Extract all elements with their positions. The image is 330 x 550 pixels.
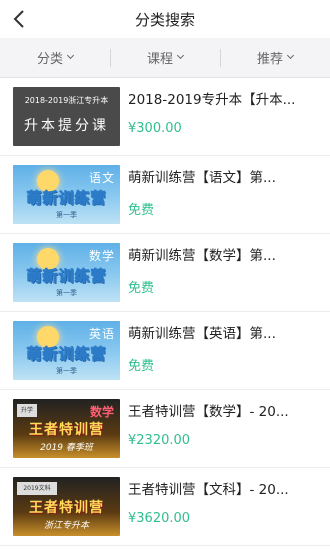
course-list-item[interactable]: 语文 萌新训练营 第一季 萌新训练营【语文】第... 免费 xyxy=(0,156,330,234)
filter-label: 推荐 xyxy=(256,52,283,67)
course-thumbnail: 2019文科 王者特训营 浙江专升本 xyxy=(13,477,120,536)
course-price: ¥300.00 xyxy=(128,121,182,136)
course-thumbnail: 语文 萌新训练营 第一季 xyxy=(13,165,120,224)
thumbnail-subject: 数学 xyxy=(89,405,114,419)
chevron-down-icon xyxy=(66,51,75,60)
thumbnail-logo: 王者特训营 xyxy=(29,500,104,516)
filter-label: 分类 xyxy=(36,52,63,67)
course-price: ¥3620.00 xyxy=(128,511,191,526)
thumbnail-season: 第一季 xyxy=(56,367,77,375)
course-title: 王者特训营【数学】- 20... xyxy=(128,404,289,420)
course-title: 萌新训练营【英语】第... xyxy=(128,326,276,342)
course-thumbnail: 2018-2019浙江专升本 升本提分课 xyxy=(13,87,120,146)
filter-bar: 分类 课程 推荐 xyxy=(0,38,330,78)
thumbnail-season: 第一季 xyxy=(56,211,77,219)
thumbnail-season: 浙江专升本 xyxy=(43,521,89,531)
filter-course-dropdown[interactable]: 课程 xyxy=(110,38,220,77)
thumbnail-badge: 升学 xyxy=(17,404,37,417)
thumbnail-season: 2019 春季班 xyxy=(40,443,93,453)
filter-category-dropdown[interactable]: 分类 xyxy=(0,38,110,77)
course-list-item[interactable]: 2019文科 王者特训营 浙江专升本 王者特训营【文科】- 20... ¥362… xyxy=(0,468,330,546)
thumbnail-logo: 萌新训练营 xyxy=(26,345,107,364)
thumbnail-subject: 语文 xyxy=(88,171,115,185)
filter-label: 课程 xyxy=(146,52,173,67)
thumbnail-subject: 数学 xyxy=(88,249,115,263)
course-list-item[interactable]: 英语 萌新训练营 第一季 萌新训练营【英语】第... 免费 xyxy=(0,312,330,390)
course-price: 免费 xyxy=(128,359,155,374)
thumbnail-heading: 升本提分课 xyxy=(24,118,109,134)
thumbnail-season: 第一季 xyxy=(56,289,77,297)
thumbnail-logo: 王者特训营 xyxy=(29,422,104,438)
course-thumbnail: 英语 萌新训练营 第一季 xyxy=(13,321,120,380)
top-nav-bar: 分类搜索 xyxy=(0,0,330,38)
thumbnail-logo: 萌新训练营 xyxy=(26,267,107,286)
course-price: 免费 xyxy=(128,203,155,218)
thumbnail-subject: 英语 xyxy=(88,327,115,341)
course-price: 免费 xyxy=(128,281,155,296)
course-thumbnail: 升学 数学 王者特训营 2019 春季班 xyxy=(13,399,120,458)
course-title: 2018-2019专升本【升本... xyxy=(128,92,296,108)
course-list-item[interactable]: 升学 数学 王者特训营 2019 春季班 王者特训营【数学】- 20... ¥2… xyxy=(0,390,330,468)
thumbnail-logo: 萌新训练营 xyxy=(26,189,107,208)
thumbnail-badge: 2019文科 xyxy=(17,482,57,495)
course-price: ¥2320.00 xyxy=(128,433,191,448)
thumbnail-caption: 2018-2019浙江专升本 xyxy=(24,96,109,105)
filter-recommend-dropdown[interactable]: 推荐 xyxy=(220,38,330,77)
chevron-down-icon xyxy=(286,51,295,60)
course-list-item[interactable]: 数学 萌新训练营 第一季 萌新训练营【数学】第... 免费 xyxy=(0,234,330,312)
course-title: 萌新训练营【数学】第... xyxy=(128,248,276,264)
page-title: 分类搜索 xyxy=(134,11,195,29)
course-title: 萌新训练营【语文】第... xyxy=(128,170,276,186)
course-list: 2018-2019浙江专升本 升本提分课 2018-2019专升本【升本... … xyxy=(0,78,330,546)
course-title: 王者特训营【文科】- 20... xyxy=(128,482,289,498)
course-thumbnail: 数学 萌新训练营 第一季 xyxy=(13,243,120,302)
course-list-item[interactable]: 2018-2019浙江专升本 升本提分课 2018-2019专升本【升本... … xyxy=(0,78,330,156)
chevron-down-icon xyxy=(176,51,185,60)
